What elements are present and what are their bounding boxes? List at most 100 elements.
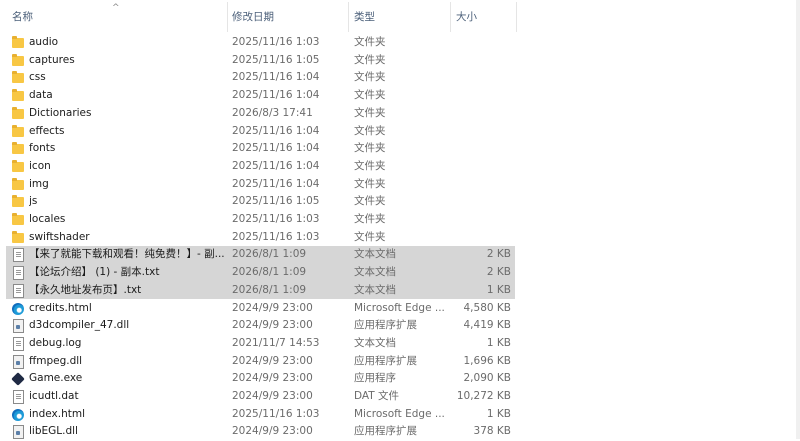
file-size xyxy=(456,211,511,229)
file-modified-date: 2025/11/16 1:04 xyxy=(232,142,320,155)
file-size: 10,272 KB xyxy=(456,390,511,402)
file-modified-date: 2026/8/1 1:09 xyxy=(232,283,307,296)
file-size: 4,419 KB xyxy=(463,319,512,332)
file-row[interactable]: d3dcompiler_47.dll 2024/9/9 23:00 应用程序扩展 4,… xyxy=(6,317,515,335)
file-row[interactable]: captures 2025/11/16 1:05 文件夹 xyxy=(6,52,515,70)
vertical-scrollbar[interactable] xyxy=(796,0,800,439)
file-name: data xyxy=(29,89,53,102)
file-type: 应用程序扩展 xyxy=(354,319,417,332)
file-modified-date: 2025/11/16 1:05 xyxy=(232,195,320,208)
file-row[interactable]: icon 2025/11/16 1:04 文件夹 xyxy=(6,158,515,176)
file-modified-date: 2021/11/7 14:53 xyxy=(232,336,320,349)
file-type: 文本文档 xyxy=(354,336,396,349)
file-row[interactable]: 【来了就能下载和观看！纯免费！】- 副... 2026/8/1 1:09 文本文档 2… xyxy=(6,246,515,265)
file-row[interactable]: ffmpeg.dll 2024/9/9 23:00 应用程序扩展 1,696 KB xyxy=(6,353,515,371)
file-modified-date: 2025/11/16 1:03 xyxy=(232,213,320,225)
file-row[interactable]: img 2025/11/16 1:04 文件夹 xyxy=(6,176,515,194)
file-modified-date: 2025/11/16 1:03 xyxy=(232,36,320,48)
folder-icon xyxy=(12,89,24,102)
file-name: 【论坛介绍】 (1) - 副本.txt xyxy=(29,266,160,279)
column-divider[interactable] xyxy=(516,2,517,32)
file-row[interactable]: js 2025/11/16 1:05 文件夹 xyxy=(6,193,515,211)
text-document-icon xyxy=(13,248,24,263)
file-row[interactable]: css 2025/11/16 1:04 文件夹 xyxy=(6,69,515,87)
column-header-type[interactable]: 类型 xyxy=(354,0,448,34)
file-type: Microsoft Edge ... xyxy=(354,407,445,420)
folder-icon xyxy=(12,159,24,172)
file-row[interactable]: data 2025/11/16 1:04 文件夹 xyxy=(6,87,515,105)
file-size: 2 KB xyxy=(486,266,511,279)
file-type: 文件夹 xyxy=(354,195,386,208)
file-row[interactable]: icudtl.dat 2024/9/9 23:00 DAT 文件 10,272 KB xyxy=(6,388,515,406)
file-row[interactable]: index.html 2025/11/16 1:03 Microsoft Edge … xyxy=(6,406,515,424)
column-header-date[interactable]: 修改日期 xyxy=(232,0,344,34)
file-type: 文件夹 xyxy=(354,159,386,172)
file-row[interactable]: effects 2025/11/16 1:04 文件夹 xyxy=(6,123,515,141)
folder-icon xyxy=(12,71,24,84)
text-document-icon xyxy=(13,283,24,298)
file-size: 1 KB xyxy=(486,336,511,349)
dll-file-icon xyxy=(13,319,24,334)
file-size xyxy=(456,123,511,141)
file-size xyxy=(456,158,511,176)
text-document-icon xyxy=(13,390,24,404)
file-modified-date: 2026/8/1 1:09 xyxy=(232,248,307,261)
file-name: ffmpeg.dll xyxy=(29,354,83,367)
file-size: 1,696 KB xyxy=(463,354,512,367)
file-row[interactable]: locales 2025/11/16 1:03 文件夹 xyxy=(6,211,515,229)
file-modified-date: 2024/9/9 23:00 xyxy=(232,301,313,314)
folder-icon xyxy=(12,124,24,137)
file-name: index.html xyxy=(29,407,85,420)
column-header-name[interactable]: 名称 xyxy=(12,0,222,34)
file-row[interactable]: audio 2025/11/16 1:03 文件夹 xyxy=(6,34,515,52)
file-row[interactable]: Dictionaries 2026/8/3 17:41 文件夹 xyxy=(6,105,515,123)
file-size: 1 KB xyxy=(486,283,511,296)
file-row[interactable]: 【论坛介绍】 (1) - 副本.txt 2026/8/1 1:09 文本文档 2 KB xyxy=(6,264,515,282)
file-name: css xyxy=(29,71,46,84)
file-modified-date: 2025/11/16 1:04 xyxy=(232,71,320,84)
file-size: 4,580 KB xyxy=(463,301,512,314)
folder-icon xyxy=(12,230,24,243)
file-type: 应用程序扩展 xyxy=(354,425,417,438)
dll-file-icon xyxy=(13,425,24,440)
file-name: js xyxy=(29,195,38,208)
column-header-size[interactable]: 大小 xyxy=(456,0,516,34)
file-type: 应用程序 xyxy=(354,372,396,385)
file-modified-date: 2026/8/1 1:09 xyxy=(232,266,307,279)
file-size xyxy=(456,140,511,158)
dll-file-icon xyxy=(13,354,24,369)
file-modified-date: 2024/9/9 23:00 xyxy=(232,390,313,402)
file-type: DAT 文件 xyxy=(354,390,400,402)
file-type: 文件夹 xyxy=(354,177,386,190)
file-type: 文本文档 xyxy=(354,283,396,296)
folder-icon xyxy=(12,36,24,48)
file-row[interactable]: fonts 2025/11/16 1:04 文件夹 xyxy=(6,140,515,158)
file-row[interactable]: credits.html 2024/9/9 23:00 Microsoft Edge… xyxy=(6,300,515,318)
folder-icon xyxy=(12,213,24,225)
column-divider[interactable] xyxy=(227,2,228,32)
file-row[interactable]: debug.log 2021/11/7 14:53 文本文档 1 KB xyxy=(6,335,515,353)
exe-app-icon xyxy=(11,372,25,387)
file-row[interactable]: libEGL.dll 2024/9/9 23:00 应用程序扩展 378 KB xyxy=(6,423,515,441)
column-divider[interactable] xyxy=(348,2,349,32)
file-size xyxy=(456,229,511,247)
folder-icon xyxy=(12,195,24,208)
file-modified-date: 2024/9/9 23:00 xyxy=(232,319,313,332)
file-modified-date: 2025/11/16 1:05 xyxy=(232,53,320,66)
file-size xyxy=(456,34,511,52)
file-row[interactable]: Game.exe 2024/9/9 23:00 应用程序 2,090 KB xyxy=(6,370,515,388)
edge-html-icon xyxy=(12,302,24,315)
text-document-icon xyxy=(13,336,24,351)
column-divider[interactable] xyxy=(450,2,451,32)
file-row[interactable]: 【永久地址发布页】.txt 2026/8/1 1:09 文本文档 1 KB xyxy=(6,281,515,300)
file-size xyxy=(456,105,511,123)
file-name: libEGL.dll xyxy=(29,425,78,438)
file-size xyxy=(456,69,511,87)
file-row[interactable]: swiftshader 2025/11/16 1:03 文件夹 xyxy=(6,229,515,247)
file-name: Game.exe xyxy=(29,372,83,385)
file-name: audio xyxy=(29,36,59,48)
file-size xyxy=(456,87,511,105)
file-type: 文本文档 xyxy=(354,248,396,261)
text-document-icon xyxy=(13,266,24,281)
file-type: 文件夹 xyxy=(354,230,386,243)
